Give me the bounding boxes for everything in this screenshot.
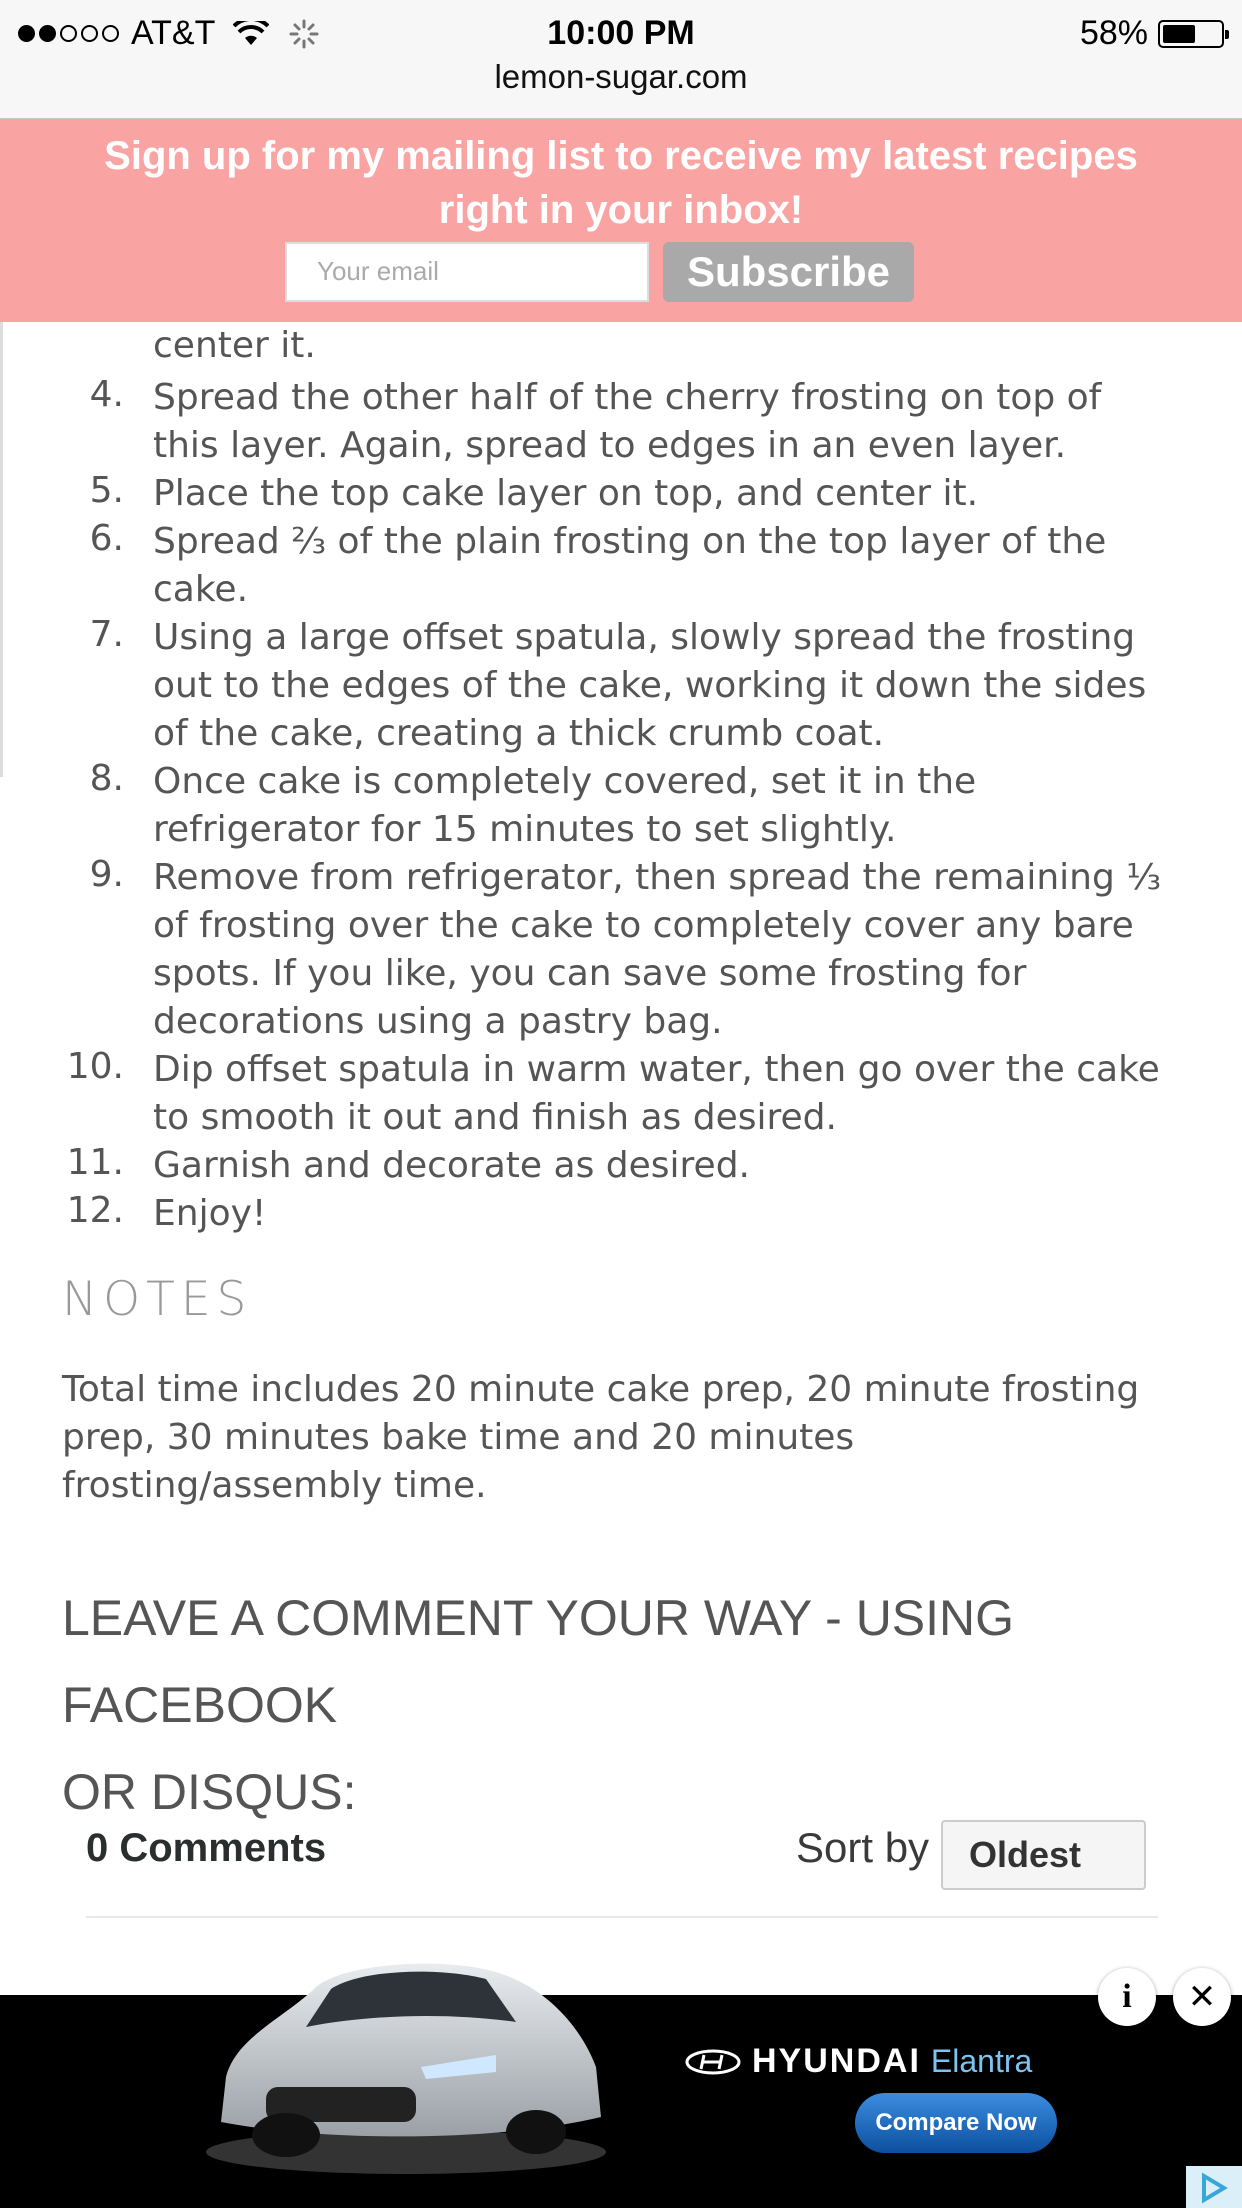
step-number: 11. bbox=[66, 1142, 124, 1183]
subscribe-button[interactable]: Subscribe bbox=[663, 242, 914, 302]
info-icon[interactable]: i bbox=[1098, 1968, 1156, 2026]
notes-heading: NOTES bbox=[62, 1272, 253, 1327]
step-text: Remove from refrigerator, then spread th… bbox=[153, 857, 1162, 898]
sidebar-edge bbox=[0, 322, 3, 777]
step-text: Spread the other half of the cherry fros… bbox=[153, 377, 1102, 418]
battery-percent: 58% bbox=[1079, 14, 1148, 52]
step-text: of the cake, creating a thick crumb coat… bbox=[153, 713, 885, 754]
step-number: 6. bbox=[89, 518, 124, 559]
banner-line-1: Sign up for my mailing list to receive m… bbox=[104, 134, 1138, 178]
divider bbox=[86, 1916, 1158, 1918]
sort-label: Sort by bbox=[796, 1824, 930, 1871]
car-image bbox=[206, 1963, 606, 2174]
step-text: Spread ⅔ of the plain frosting on the to… bbox=[153, 521, 1107, 562]
step-text: Place the top cake layer on top, and cen… bbox=[153, 473, 979, 514]
status-bar: AT&T 10:00 PM 58% lemon-sugar.com bbox=[0, 0, 1242, 119]
battery-icon bbox=[1158, 19, 1229, 48]
comment-heading-line: LEAVE A COMMENT YOUR WAY - USING FACEBOO… bbox=[62, 1590, 1015, 1733]
step-number: 9. bbox=[89, 854, 124, 895]
step-text: Dip offset spatula in warm water, then g… bbox=[153, 1049, 1160, 1090]
email-field[interactable]: Your email bbox=[285, 242, 649, 302]
step-text: Garnish and decorate as desired. bbox=[153, 1145, 750, 1186]
ad-model-name: Elantra bbox=[930, 2043, 1033, 2079]
step-number: 5. bbox=[89, 470, 124, 511]
step-text: out to the edges of the cake, working it… bbox=[153, 665, 1147, 706]
notes-line: frosting/assembly time. bbox=[62, 1465, 487, 1506]
comment-count: 0 Comments bbox=[86, 1826, 327, 1870]
step-number: 12. bbox=[66, 1190, 124, 1231]
step-text: this layer. Again, spread to edges in an… bbox=[153, 425, 1067, 466]
comment-heading: LEAVE A COMMENT YOUR WAY - USING FACEBOO… bbox=[62, 1575, 1182, 1836]
step-text: spots. If you like, you can save some fr… bbox=[153, 953, 1027, 994]
sort-select[interactable]: Oldest bbox=[941, 1820, 1146, 1890]
clock: 10:00 PM bbox=[547, 14, 695, 52]
ad-banner[interactable] bbox=[0, 1995, 1242, 2208]
banner-line-2: right in your inbox! bbox=[438, 188, 804, 232]
step-number: 4. bbox=[89, 374, 124, 415]
ad-brand-name: HYUNDAI bbox=[752, 2042, 921, 2080]
compare-now-button[interactable]: Compare Now bbox=[855, 2093, 1057, 2153]
notes-line: Total time includes 20 minute cake prep,… bbox=[62, 1369, 1140, 1410]
step-text: refrigerator for 15 minutes to set sligh… bbox=[153, 809, 897, 850]
mailing-list-message: Sign up for my mailing list to receive m… bbox=[0, 129, 1242, 237]
mailing-list-banner: Sign up for my mailing list to receive m… bbox=[0, 119, 1242, 322]
step-text: Using a large offset spatula, slowly spr… bbox=[153, 617, 1136, 658]
notes-line: prep, 30 minutes bake time and 20 minute… bbox=[62, 1417, 855, 1458]
notes-text: Total time includes 20 minute cake prep,… bbox=[62, 1366, 1172, 1510]
step-text: decorations using a pastry bag. bbox=[153, 1001, 723, 1042]
step-number: 8. bbox=[89, 758, 124, 799]
step-number: 7. bbox=[89, 614, 124, 655]
adchoices-icon[interactable] bbox=[1186, 2166, 1242, 2208]
step-text: Once cake is completely covered, set it … bbox=[153, 761, 977, 802]
hyundai-logo-icon bbox=[685, 2049, 741, 2074]
address-bar[interactable]: lemon-sugar.com bbox=[0, 58, 1242, 96]
step-text: Enjoy! bbox=[153, 1193, 267, 1234]
ad-brand: HYUNDAI Elantra bbox=[684, 2042, 1032, 2081]
close-icon[interactable]: ✕ bbox=[1173, 1968, 1231, 2026]
step-continuation: center it. bbox=[153, 325, 316, 366]
step-text: to smooth it out and finish as desired. bbox=[153, 1097, 837, 1138]
step-text: cake. bbox=[153, 569, 249, 610]
step-number: 10. bbox=[66, 1046, 124, 1087]
step-text: of frosting over the cake to completely … bbox=[153, 905, 1134, 946]
